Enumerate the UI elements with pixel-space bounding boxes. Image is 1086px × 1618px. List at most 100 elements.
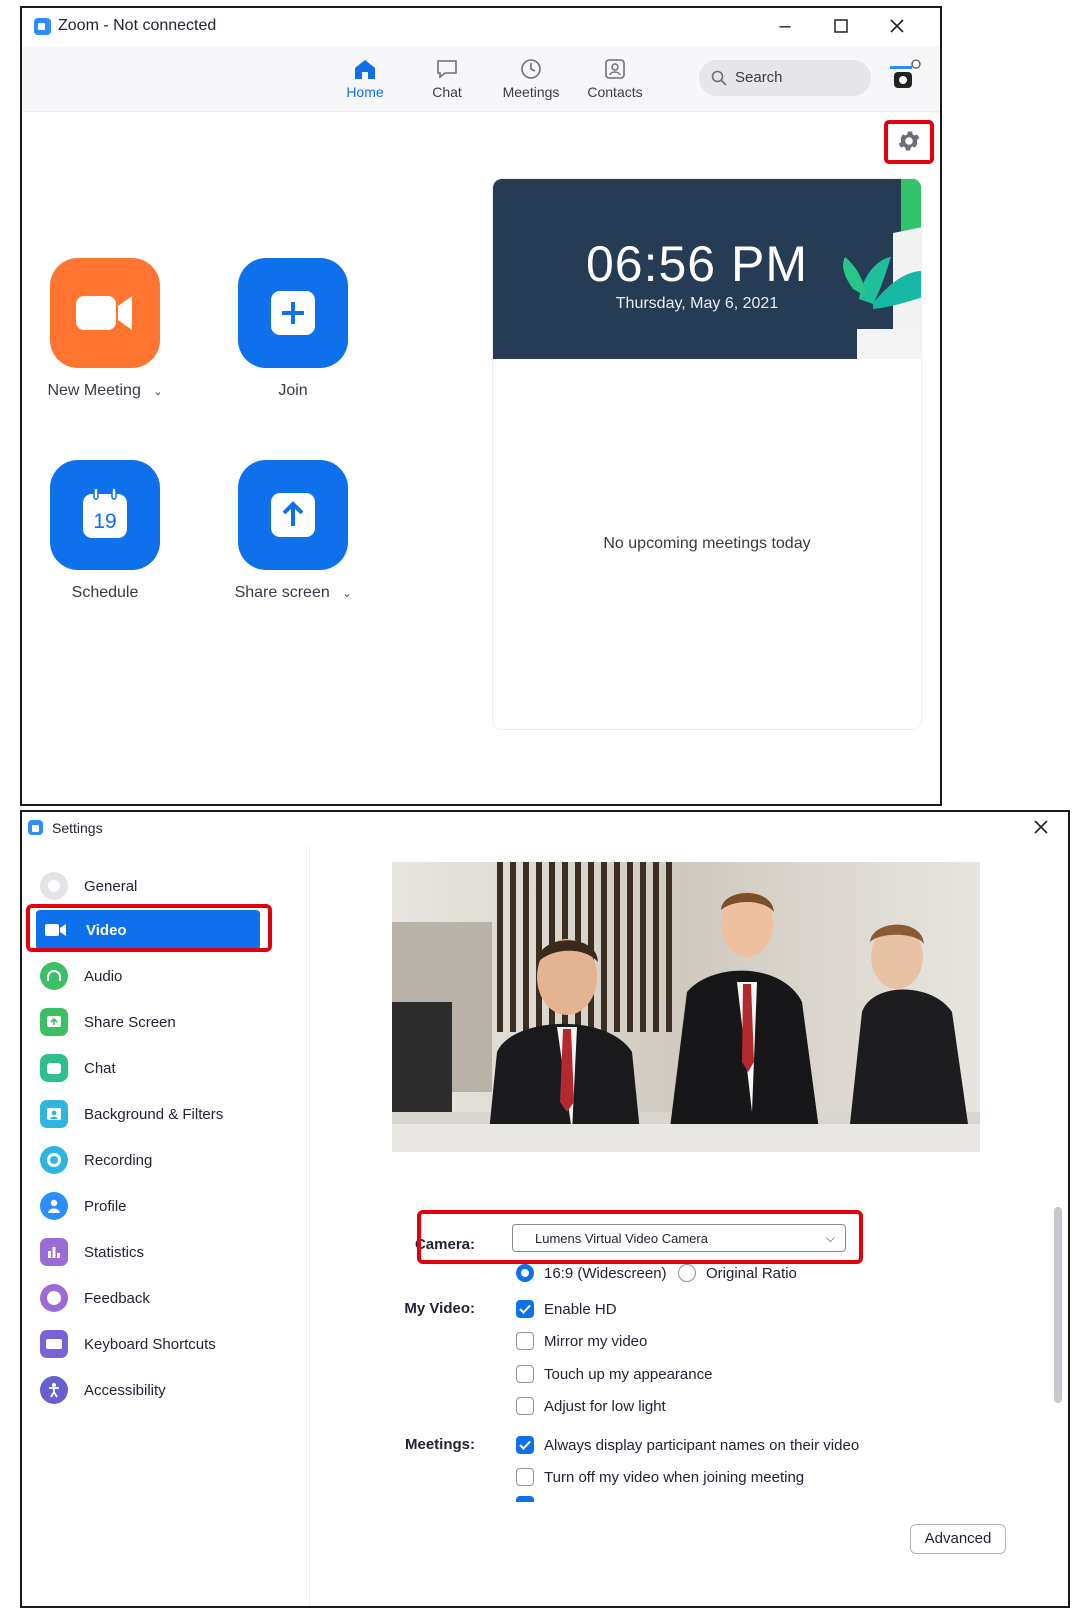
settings-close-button[interactable]: [1032, 818, 1052, 838]
sidebar-item-feedback[interactable]: Feedback: [34, 1278, 286, 1318]
close-button[interactable]: [874, 8, 920, 44]
maximize-button[interactable]: [818, 8, 864, 44]
share-screen-button[interactable]: [238, 460, 348, 570]
join-label: Join: [278, 382, 308, 399]
chevron-down-icon[interactable]: ⌄: [153, 386, 162, 398]
tab-home-label: Home: [346, 84, 384, 100]
touch-up-label: Touch up my appearance: [544, 1365, 713, 1383]
accessibility-icon: [40, 1376, 68, 1404]
chat-icon: [40, 1054, 68, 1082]
ratio-widescreen-radio[interactable]: 16:9 (Widescreen): [516, 1264, 667, 1282]
checkbox-unchecked-icon: [516, 1332, 534, 1350]
recording-icon: [40, 1146, 68, 1174]
sidebar-item-label: Recording: [84, 1151, 153, 1169]
settings-window: Settings General Video Audio Share Scree…: [20, 810, 1070, 1608]
sidebar-item-recording[interactable]: Recording: [34, 1140, 286, 1180]
empty-meetings-message: No upcoming meetings today: [603, 535, 811, 552]
contacts-icon: [605, 59, 625, 79]
feedback-icon: [40, 1284, 68, 1312]
statistics-icon: [40, 1238, 68, 1266]
current-time: 06:56 PM: [585, 236, 808, 292]
upcoming-meetings-card: 06:56 PM Thursday, May 6, 2021 No upcomi…: [492, 178, 922, 730]
checkbox-unchecked-icon: [516, 1468, 534, 1486]
sidebar-item-general[interactable]: General: [34, 866, 286, 906]
sidebar-item-label: Feedback: [84, 1289, 150, 1307]
new-meeting-button[interactable]: [50, 258, 160, 368]
sidebar-item-statistics[interactable]: Statistics: [34, 1232, 286, 1272]
tab-meetings[interactable]: Meetings: [490, 50, 572, 110]
mirror-video-checkbox[interactable]: Mirror my video: [516, 1332, 647, 1350]
minimize-button[interactable]: –: [762, 8, 808, 44]
settings-sidebar: General Video Audio Share Screen Chat Ba…: [22, 846, 310, 1606]
schedule-label: Schedule: [71, 584, 139, 601]
settings-scrollbar[interactable]: [1054, 1207, 1062, 1403]
sidebar-item-background-filters[interactable]: Background & Filters: [34, 1094, 286, 1134]
tab-home[interactable]: Home: [324, 50, 406, 110]
top-nav-bar: Home Chat Meetings Contacts Search: [22, 46, 940, 112]
display-names-checkbox[interactable]: Always display participant names on thei…: [516, 1436, 859, 1454]
schedule-button[interactable]: 19: [50, 460, 160, 570]
enable-hd-checkbox[interactable]: Enable HD: [516, 1300, 617, 1318]
tab-contacts-label: Contacts: [587, 84, 643, 100]
checkbox-unchecked-icon: [516, 1397, 534, 1415]
ratio-widescreen-label: 16:9 (Widescreen): [544, 1264, 667, 1282]
sidebar-item-label: Share Screen: [84, 1013, 176, 1031]
clipped-option-row: [516, 1496, 1056, 1502]
enable-hd-label: Enable HD: [544, 1300, 617, 1318]
sidebar-item-chat[interactable]: Chat: [34, 1048, 286, 1088]
turn-off-video-label: Turn off my video when joining meeting: [544, 1468, 805, 1486]
plus-icon: [271, 291, 315, 335]
new-meeting-label: New Meeting ⌄: [47, 382, 163, 399]
camera-preview-image: [392, 862, 980, 1152]
checkbox-checked-icon: [516, 1300, 534, 1318]
sidebar-item-label: Accessibility: [84, 1381, 166, 1399]
tab-chat[interactable]: Chat: [406, 50, 488, 110]
turn-off-video-checkbox[interactable]: Turn off my video when joining meeting: [516, 1468, 804, 1486]
headphones-icon: [40, 962, 68, 990]
mirror-video-label: Mirror my video: [544, 1332, 648, 1350]
calendar-day: 19: [93, 510, 116, 533]
keyboard-icon: [40, 1330, 68, 1358]
low-light-label: Adjust for low light: [544, 1397, 666, 1415]
close-icon: [890, 19, 904, 33]
clock-icon: [521, 59, 541, 79]
gear-highlight-box: [884, 120, 934, 164]
sidebar-item-share-screen[interactable]: Share Screen: [34, 1002, 286, 1042]
camera-highlight-box: [417, 1210, 863, 1264]
zoom-logo-icon: [28, 820, 43, 835]
sidebar-item-keyboard-shortcuts[interactable]: Keyboard Shortcuts: [34, 1324, 286, 1364]
avatar[interactable]: [884, 58, 928, 98]
my-video-label: My Video:: [404, 1300, 475, 1317]
zoom-logo-icon: [34, 18, 51, 35]
advanced-button[interactable]: Advanced: [910, 1524, 1006, 1554]
sidebar-item-audio[interactable]: Audio: [34, 956, 286, 996]
checkbox-checked-icon: [516, 1436, 534, 1454]
window-title: Zoom - Not connected: [58, 17, 217, 34]
settings-title: Settings: [52, 820, 103, 836]
tab-contacts[interactable]: Contacts: [574, 50, 656, 110]
sidebar-item-label: Keyboard Shortcuts: [84, 1335, 216, 1353]
video-highlight-box: [26, 904, 272, 952]
profile-avatar-icon: [890, 59, 921, 88]
ratio-original-radio[interactable]: Original Ratio: [678, 1264, 797, 1282]
sidebar-item-label: Background & Filters: [84, 1105, 224, 1123]
checkbox-unchecked-icon: [516, 1365, 534, 1383]
profile-icon: [40, 1192, 68, 1220]
zoom-main-window: Zoom - Not connected – Home Chat Meeting…: [20, 6, 942, 806]
low-light-checkbox[interactable]: Adjust for low light: [516, 1397, 666, 1415]
background-icon: [40, 1100, 68, 1128]
tab-chat-label: Chat: [432, 84, 462, 100]
current-date: Thursday, May 6, 2021: [615, 295, 779, 312]
share-screen-icon: [40, 1008, 68, 1036]
touch-up-checkbox[interactable]: Touch up my appearance: [516, 1365, 712, 1383]
sidebar-item-accessibility[interactable]: Accessibility: [34, 1370, 286, 1410]
chevron-down-icon[interactable]: ⌄: [342, 588, 351, 600]
meetings-label: Meetings:: [404, 1436, 475, 1453]
search-input[interactable]: Search: [699, 60, 871, 96]
sidebar-item-label: Audio: [84, 967, 123, 985]
sidebar-item-profile[interactable]: Profile: [34, 1186, 286, 1226]
camera-preview: [392, 862, 980, 1152]
sidebar-item-label: Chat: [84, 1059, 116, 1077]
join-button[interactable]: [238, 258, 348, 368]
title-bar: Zoom - Not connected –: [22, 8, 940, 46]
